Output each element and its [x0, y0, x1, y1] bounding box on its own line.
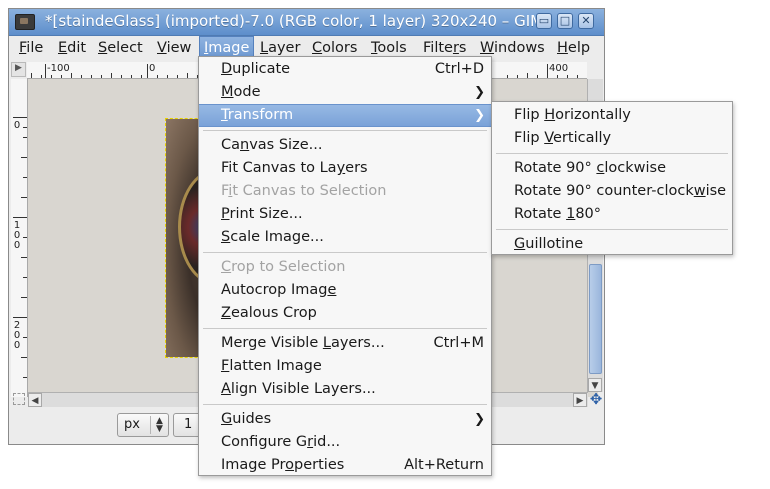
ruler-label: -100 [47, 63, 70, 74]
quick-mask-toggle[interactable]: ▶ [11, 62, 26, 77]
ruler-label: 0 [13, 120, 21, 131]
menu-separator [203, 130, 487, 131]
menu-item-configure-grid[interactable]: Configure Grid... [199, 431, 491, 454]
menu-edit[interactable]: Edit [54, 36, 90, 60]
zoom-fit-icon[interactable] [13, 393, 25, 405]
ruler-label: 100 [13, 220, 21, 251]
image-menu-dropdown: Duplicate Ctrl+D Mode ❯ Transform ❯ Canvas … [198, 56, 492, 476]
submenu-arrow-icon: ❯ [474, 85, 485, 100]
close-button[interactable]: ✕ [578, 13, 594, 29]
ruler-label: 0 [149, 63, 156, 74]
menu-help[interactable]: Help [553, 36, 594, 60]
menu-item-canvas-size[interactable]: Canvas Size... [199, 134, 491, 157]
menu-item-flip-horizontally[interactable]: Flip Horizontally [492, 104, 732, 127]
menu-view[interactable]: View [153, 36, 195, 60]
menu-item-crop-to-selection[interactable]: Crop to Selection [199, 256, 491, 279]
menu-item-flatten-image[interactable]: Flatten Image [199, 355, 491, 378]
menu-file[interactable]: File [15, 36, 47, 60]
menu-item-mode[interactable]: Mode ❯ [199, 81, 491, 104]
spin-arrows-icon: ▲ ▼ [156, 416, 163, 434]
combo-divider [150, 416, 151, 434]
menu-item-fit-canvas-to-layers[interactable]: Fit Canvas to Layers [199, 157, 491, 180]
menu-item-flip-vertically[interactable]: Flip Vertically [492, 127, 732, 150]
menu-separator [203, 328, 487, 329]
menu-item-guides[interactable]: Guides ❯ [199, 408, 491, 431]
maximize-button[interactable]: □ [557, 13, 573, 29]
menu-separator [496, 153, 728, 154]
navigate-icon[interactable]: ✥ [589, 392, 603, 407]
menu-item-zealous-crop[interactable]: Zealous Crop [199, 302, 491, 325]
ruler-label: 200 [13, 320, 21, 351]
scroll-left-button[interactable]: ◀ [28, 393, 42, 407]
scroll-right-button[interactable]: ▶ [573, 393, 587, 407]
unit-selector[interactable]: px ▲ ▼ [117, 413, 169, 437]
submenu-arrow-icon: ❯ [474, 412, 485, 427]
menu-item-scale-image[interactable]: Scale Image... [199, 226, 491, 249]
gimp-app-icon[interactable] [15, 14, 35, 30]
menu-item-merge-visible-layers[interactable]: Merge Visible Layers... Ctrl+M [199, 332, 491, 355]
menu-item-fit-canvas-to-selection[interactable]: Fit Canvas to Selection [199, 180, 491, 203]
menu-separator [496, 229, 728, 230]
menu-item-transform[interactable]: Transform ❯ [199, 104, 491, 127]
vertical-scroll-thumb[interactable] [589, 264, 602, 374]
menu-select[interactable]: Select [94, 36, 147, 60]
zoom-value: 1 [184, 417, 193, 432]
menu-item-rotate-180[interactable]: Rotate 180° [492, 203, 732, 226]
menu-item-rotate-90-ccw[interactable]: Rotate 90° counter-clockwise [492, 180, 732, 203]
minimize-button[interactable]: ▭ [536, 13, 552, 29]
menu-item-autocrop-image[interactable]: Autocrop Image [199, 279, 491, 302]
menu-item-rotate-90-cw[interactable]: Rotate 90° clockwise [492, 157, 732, 180]
menu-item-guillotine[interactable]: Guillotine [492, 233, 732, 256]
ruler-label: 400 [549, 63, 569, 74]
submenu-arrow-icon: ❯ [474, 108, 485, 123]
unit-value: px [124, 417, 140, 432]
menu-item-image-properties[interactable]: Image Properties Alt+Return [199, 454, 491, 477]
menu-item-duplicate[interactable]: Duplicate Ctrl+D [199, 58, 491, 81]
menu-item-align-visible-layers[interactable]: Align Visible Layers... [199, 378, 491, 401]
menu-separator [203, 252, 487, 253]
vertical-ruler[interactable]: 0 100 200 [11, 79, 28, 397]
title-bar[interactable]: *[staindeGlass] (imported)-7.0 (RGB colo… [9, 9, 604, 36]
window-title: *[staindeGlass] (imported)-7.0 (RGB colo… [45, 12, 553, 30]
menu-item-print-size[interactable]: Print Size... [199, 203, 491, 226]
transform-submenu: Flip Horizontally Flip Vertically Rotate… [491, 101, 733, 255]
menu-separator [203, 404, 487, 405]
